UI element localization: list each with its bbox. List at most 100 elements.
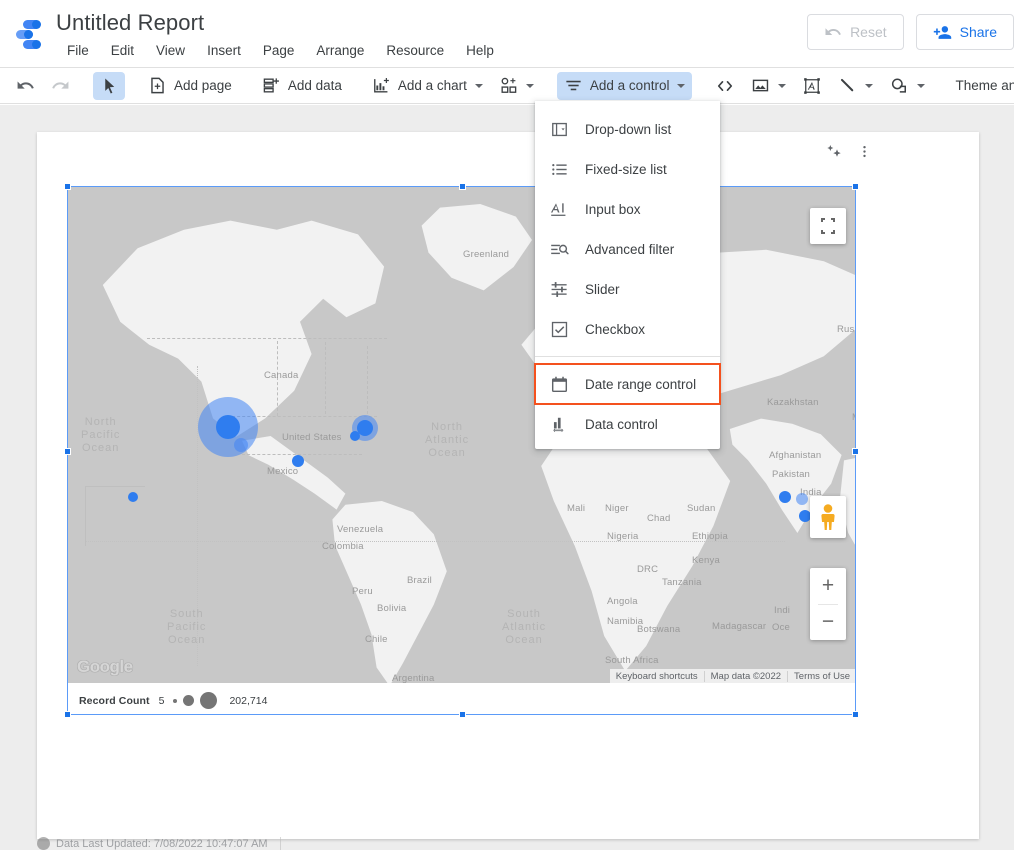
fullscreen-button[interactable]	[810, 208, 846, 244]
header-actions: Reset Share	[807, 14, 1014, 50]
share-button[interactable]: Share	[915, 14, 1014, 50]
map-label: Colombia	[322, 541, 364, 552]
add-data-button[interactable]: Add data	[255, 72, 349, 100]
chevron-down-icon	[677, 83, 686, 88]
map-data-bubble[interactable]	[234, 438, 248, 452]
add-data-icon	[263, 78, 279, 93]
map-data-bubble[interactable]	[779, 491, 791, 503]
select-tool-button[interactable]	[93, 71, 125, 100]
data-last-updated-status: Data Last Updated: 7/08/2022 10:47:07 AM	[37, 837, 281, 850]
chevron-down-icon	[474, 83, 483, 88]
terms-of-use-link[interactable]: Terms of Use	[787, 670, 856, 682]
street-view-pegman-button[interactable]	[810, 496, 846, 538]
keyboard-shortcuts-link[interactable]: Keyboard shortcuts	[610, 671, 704, 682]
map-label: Ethiopia	[692, 531, 728, 542]
image-button[interactable]	[744, 72, 793, 100]
map-data-bubble[interactable]	[292, 455, 304, 467]
map-data-bubble[interactable]	[216, 415, 240, 439]
zoom-out-button[interactable]: −	[810, 604, 846, 640]
theme-and-layout-button[interactable]: Theme and layout	[948, 72, 1014, 100]
community-visualizations-button[interactable]	[492, 72, 541, 100]
data-last-updated-label: Data Last Updated: 7/08/2022 10:47:07 AM	[56, 837, 268, 850]
menu-item-slider[interactable]: Slider	[535, 269, 720, 309]
map-label: South Africa	[605, 655, 659, 666]
data-control-icon	[549, 414, 569, 434]
page-title[interactable]: Untitled Report	[56, 10, 204, 36]
explore-sparkle-icon[interactable]	[827, 143, 843, 159]
map-ocean-label: South Atlantic Ocean	[502, 608, 547, 646]
add-control-label: Add a control	[589, 78, 670, 93]
menu-separator	[535, 356, 720, 357]
menu-item-date-range-control[interactable]: Date range control	[534, 363, 721, 405]
menu-item-fixed-size-list[interactable]: Fixed-size list	[535, 149, 720, 189]
map-border	[325, 342, 326, 414]
menu-view[interactable]: View	[145, 41, 196, 60]
embed-button[interactable]	[708, 72, 742, 100]
add-control-dropdown-menu[interactable]: Drop-down list Fixed-size list Input box	[534, 101, 721, 449]
map-border	[85, 486, 86, 546]
map-label: Brazil	[407, 575, 432, 586]
map-data-bubble[interactable]	[350, 431, 360, 441]
menu-item-label: Checkbox	[585, 321, 646, 337]
legend-dot-medium	[183, 695, 195, 706]
map-label: Tanzania	[662, 577, 702, 588]
add-chart-icon	[373, 77, 389, 93]
reset-label: Reset	[850, 24, 887, 40]
menu-item-checkbox[interactable]: Checkbox	[535, 309, 720, 349]
menu-item-label: Slider	[585, 281, 620, 297]
menu-item-data-control[interactable]: Data control	[535, 404, 720, 444]
map-label: Sudan	[687, 503, 716, 514]
map-attribution: Keyboard shortcuts Map data ©2022 Terms …	[609, 669, 856, 683]
add-page-icon	[151, 77, 164, 94]
map-label: Botswana	[637, 624, 681, 635]
map-label: Mexico	[267, 466, 299, 477]
zoom-in-button[interactable]: +	[810, 568, 846, 604]
map-label: Canada	[264, 370, 299, 381]
undo-arrow-icon	[825, 28, 841, 35]
map-data-bubble[interactable]	[796, 493, 808, 505]
line-button[interactable]	[831, 72, 880, 100]
reset-button[interactable]: Reset	[807, 14, 904, 50]
menu-edit[interactable]: Edit	[100, 41, 145, 60]
menu-insert[interactable]: Insert	[196, 41, 252, 60]
text-box-button[interactable]	[795, 72, 829, 100]
slider-icon	[549, 279, 569, 299]
map-label: Argentina	[392, 673, 435, 683]
undo-icon	[17, 81, 34, 89]
zoom-controls[interactable]: + −	[810, 568, 846, 640]
menu-page[interactable]: Page	[252, 41, 306, 60]
menu-file[interactable]: File	[56, 41, 100, 60]
legend-min-value: 5	[158, 694, 165, 707]
legend-dot-large	[200, 692, 218, 709]
shape-button[interactable]	[882, 72, 932, 100]
menu-arrange[interactable]: Arrange	[305, 41, 375, 60]
report-page-canvas[interactable]: GreenlandIcelandCanadaUnited StatesMexic…	[37, 132, 979, 839]
map-data-bubble[interactable]	[128, 492, 138, 502]
map-label: Bolivia	[377, 603, 407, 614]
redo-icon	[52, 81, 69, 89]
menu-item-label: Fixed-size list	[585, 161, 667, 177]
menu-item-drop-down-list[interactable]: Drop-down list	[535, 109, 720, 149]
add-control-button[interactable]: Add a control	[556, 71, 693, 100]
workspace: GreenlandIcelandCanadaUnited StatesMexic…	[0, 105, 1014, 850]
menu-resource[interactable]: Resource	[375, 41, 455, 60]
map-graticule	[85, 541, 785, 542]
geo-map-widget[interactable]: GreenlandIcelandCanadaUnited StatesMexic…	[67, 186, 856, 715]
calendar-icon	[549, 374, 569, 394]
undo-button[interactable]	[9, 72, 42, 100]
google-logo: Google	[77, 657, 133, 676]
menu-item-advanced-filter[interactable]: Advanced filter	[535, 229, 720, 269]
redo-button[interactable]	[44, 72, 77, 100]
map-label: Kenya	[692, 555, 720, 566]
add-page-button[interactable]: Add page	[141, 72, 239, 100]
google-map-canvas[interactable]: GreenlandIcelandCanadaUnited StatesMexic…	[67, 186, 856, 683]
map-label: Mo	[852, 412, 856, 423]
person-add-icon	[933, 25, 951, 39]
add-chart-button[interactable]: Add a chart	[365, 72, 490, 100]
more-vert-icon[interactable]	[857, 144, 872, 159]
map-ocean-label: North Pacific Ocean	[81, 416, 121, 454]
menu-item-input-box[interactable]: Input box	[535, 189, 720, 229]
menu-help[interactable]: Help	[455, 41, 505, 60]
map-border	[242, 454, 362, 455]
checkbox-icon	[549, 319, 569, 339]
